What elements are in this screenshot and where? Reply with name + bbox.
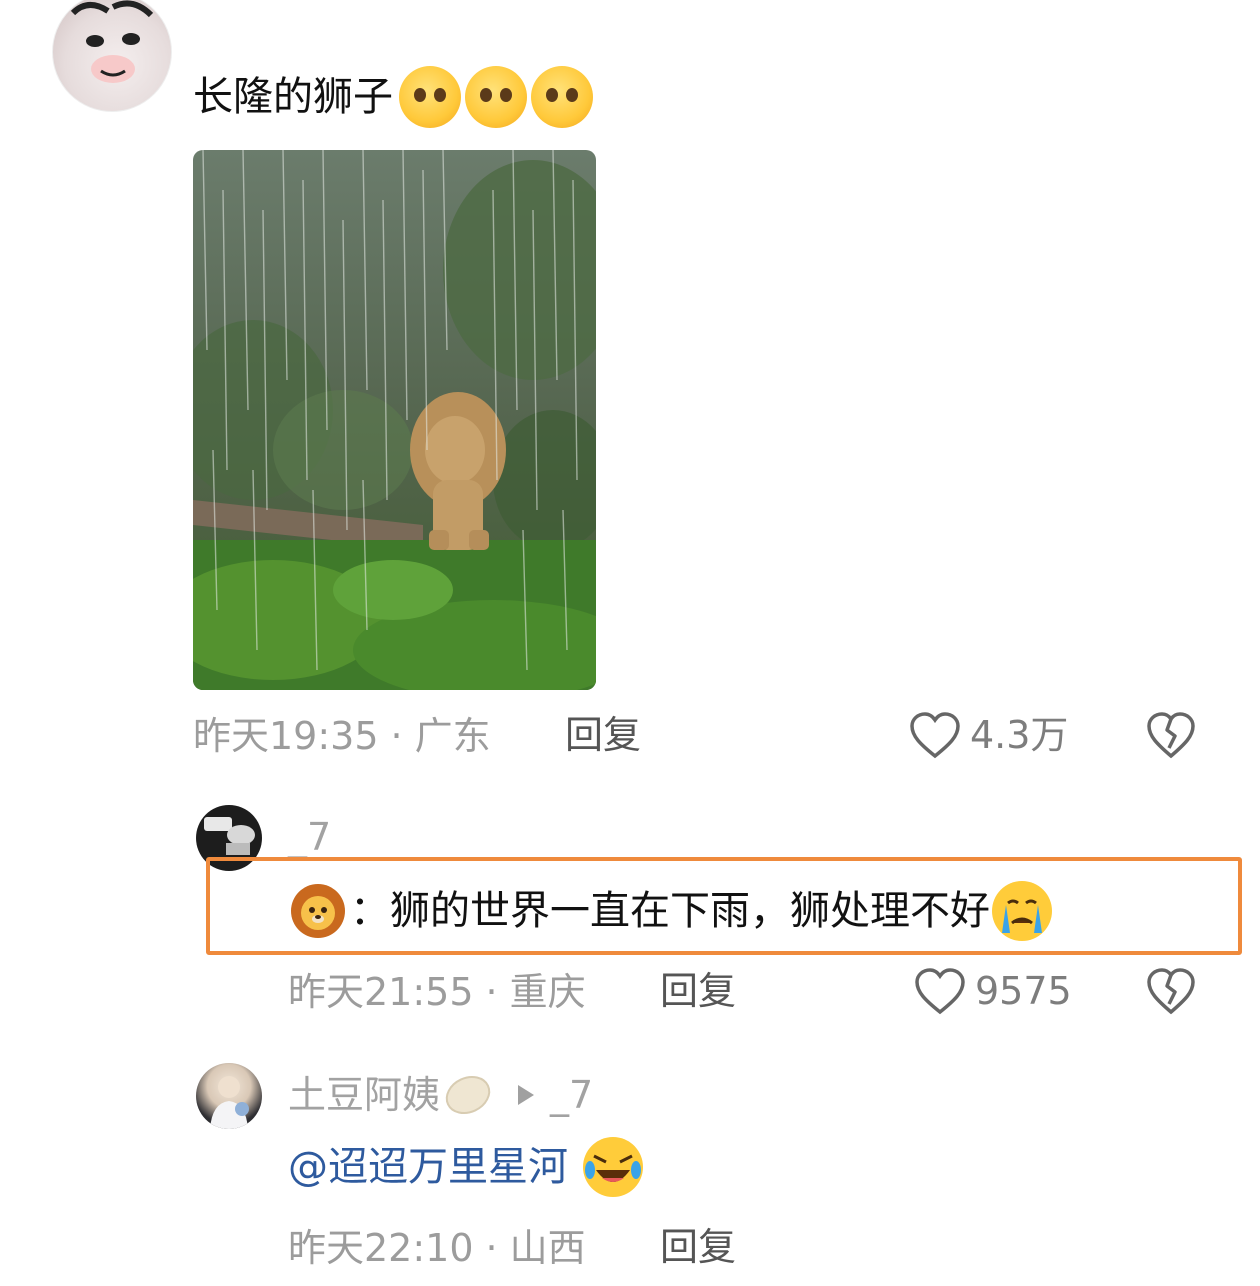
reply-location: 山西 (509, 1226, 586, 1270)
laughing-face-icon (583, 1137, 643, 1197)
lion-face-icon (291, 884, 345, 938)
avatar[interactable] (196, 1063, 262, 1129)
broken-heart-icon (1147, 968, 1195, 1015)
reply-meta: 昨天22:10 · 山西 (288, 1228, 586, 1268)
pleading-face-icon (399, 66, 461, 128)
crying-face-icon (992, 881, 1052, 941)
comment-body: 长隆的狮子 (193, 66, 593, 128)
potato-icon (445, 1076, 491, 1114)
reply-username[interactable]: 土豆阿姨 (288, 1076, 440, 1114)
comment-meta: 昨天19:35 · 广东 (193, 716, 491, 756)
reply-prefix-colon: ： (350, 888, 390, 934)
dislike-button[interactable] (1145, 710, 1197, 764)
reply-arrow-icon (518, 1085, 535, 1105)
pleading-face-icon (465, 66, 527, 128)
meta-separator: · (485, 1226, 498, 1270)
reply-button[interactable]: 回复 (660, 1228, 736, 1266)
comment-location: 广东 (414, 714, 491, 758)
pleading-face-icon (531, 66, 593, 128)
like-count: 4.3万 (970, 713, 1069, 757)
comment-time: 昨天19:35 (193, 714, 379, 758)
heart-icon (915, 968, 965, 1015)
meta-separator: · (390, 714, 403, 758)
reply-location: 重庆 (509, 970, 586, 1014)
like-button[interactable]: 4.3万 (908, 710, 1068, 760)
reply-body: @迢迢万里星河 (288, 1135, 646, 1199)
comment-text: 长隆的狮子 (193, 74, 393, 120)
reply-username[interactable]: _7 (288, 818, 331, 856)
reply-header: 土豆阿姨 _7 (288, 1070, 593, 1120)
reply-to-username[interactable]: _7 (550, 1076, 593, 1114)
heart-icon (910, 712, 960, 759)
avatar[interactable] (52, 0, 172, 112)
broken-heart-icon (1147, 712, 1195, 759)
like-button[interactable]: 9575 (913, 966, 1072, 1016)
reply-body: ： 狮的世界一直在下雨，狮处理不好 (290, 880, 1054, 942)
reply-button[interactable]: 回复 (565, 716, 641, 754)
meta-separator: · (485, 970, 498, 1014)
like-count: 9575 (975, 969, 1072, 1013)
lion-in-rain-image (193, 150, 596, 690)
profile-photo-icon (210, 1076, 249, 1129)
mention-link[interactable]: @迢迢万里星河 (288, 1147, 568, 1187)
reply-time: 昨天21:55 (288, 970, 474, 1014)
reply-button[interactable]: 回复 (660, 972, 736, 1010)
reply-meta: 昨天21:55 · 重庆 (288, 972, 586, 1012)
dislike-button[interactable] (1145, 966, 1197, 1020)
reply-time: 昨天22:10 (288, 1226, 474, 1270)
comment-image[interactable] (193, 150, 596, 690)
cartoon-face-icon (70, 0, 154, 83)
reply-text: 狮的世界一直在下雨，狮处理不好 (390, 888, 990, 934)
